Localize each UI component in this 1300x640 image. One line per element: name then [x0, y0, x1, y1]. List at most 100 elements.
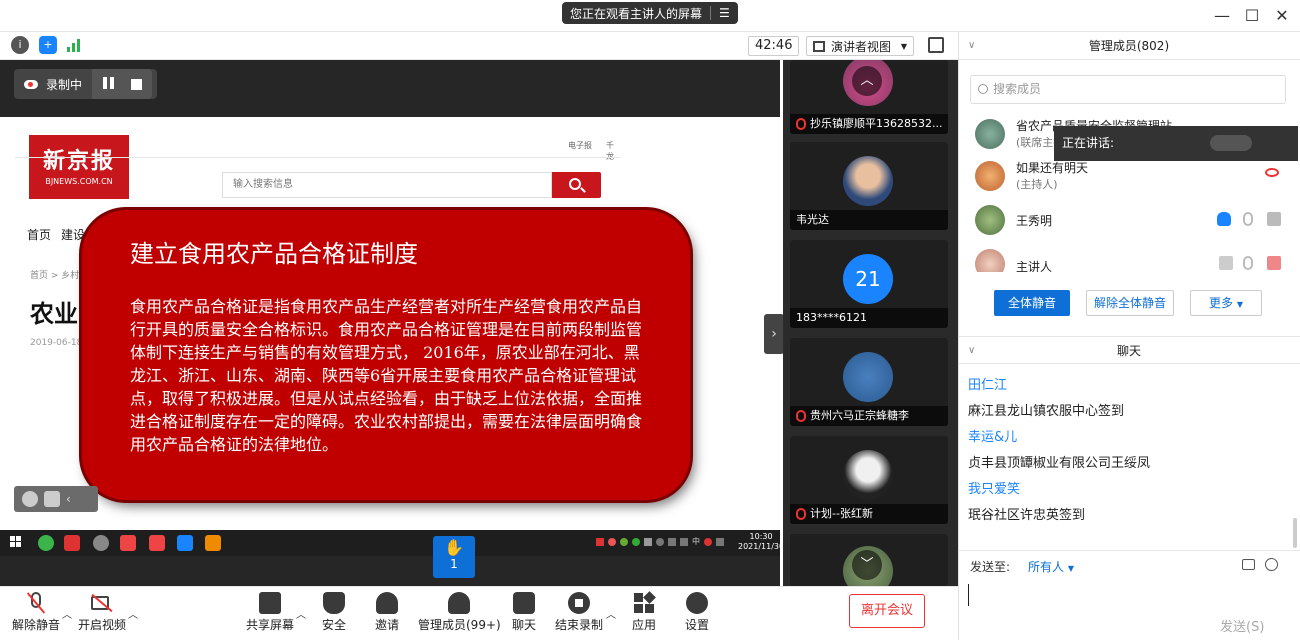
chevron-left-icon[interactable]: ‹	[66, 492, 71, 506]
chat-tools	[1242, 558, 1278, 571]
video-tile[interactable]: 计划--张红新	[790, 436, 948, 524]
collapse-video-strip[interactable]: ›	[764, 314, 784, 354]
recording-indicator: 录制中	[14, 69, 157, 99]
image-icon[interactable]	[1242, 559, 1255, 570]
shield-icon[interactable]: +	[39, 36, 57, 54]
start-video-button[interactable]: 开启视频	[78, 592, 126, 633]
chat-sender[interactable]: 我只爱笑	[968, 478, 1020, 497]
chevron-down-icon[interactable]: ∨	[968, 337, 975, 365]
tray-volume-icon[interactable]	[680, 537, 688, 546]
tray-app-icon[interactable]	[608, 537, 616, 546]
video-tile[interactable]: ︿ 抄乐镇廖顺平13628532...	[790, 60, 948, 134]
video-tile[interactable]: 21 183****6121	[790, 240, 948, 328]
taskbar-app2-icon[interactable]	[120, 535, 136, 551]
member-row[interactable]: 主讲人	[975, 244, 1285, 272]
comment-icon[interactable]	[44, 491, 60, 507]
chat-input-cursor[interactable]	[968, 584, 969, 606]
members-button[interactable]: 管理成员(99+)	[418, 592, 501, 633]
video-tile[interactable]: ﹀	[790, 534, 948, 586]
taskbar-clock: 10:30 2021/11/30	[738, 532, 784, 552]
chat-message: 贞丰县顶罈椒业有限公司王绥凤	[968, 456, 1151, 471]
chat-sender[interactable]: 幸运&儿	[968, 426, 1017, 445]
taskbar-player-icon[interactable]	[205, 535, 221, 551]
mute-all-button[interactable]: 全体静音	[994, 290, 1070, 316]
minimize-icon[interactable]: —	[1212, 6, 1232, 26]
recording-options-caret[interactable]: ︿	[606, 606, 616, 621]
taskbar-app3-icon[interactable]	[149, 535, 165, 551]
chat-sender[interactable]: 田仁江	[968, 374, 1007, 393]
maximize-icon[interactable]: ☐	[1242, 6, 1262, 26]
newspaper-search-input[interactable]: 输入搜索信息	[222, 172, 552, 198]
emoji-icon[interactable]	[22, 491, 38, 507]
taskbar-wps-icon[interactable]	[64, 535, 80, 551]
tray-wps-icon[interactable]	[596, 537, 604, 546]
tray-shield-icon[interactable]	[644, 537, 652, 546]
send-to-dropdown[interactable]: 所有人 ▼	[1028, 558, 1074, 575]
taskbar-app-icon[interactable]	[38, 535, 54, 551]
top-link-qianlong[interactable]: 千龙	[606, 140, 620, 162]
share-screen-button[interactable]: 共享屏幕	[246, 592, 294, 633]
leave-meeting-button[interactable]: 离开会议	[849, 594, 925, 628]
taskbar-meeting-icon[interactable]	[177, 535, 193, 551]
end-recording-label: 结束录制	[555, 618, 604, 632]
taskbar-gear-icon[interactable]	[93, 535, 109, 551]
send-button[interactable]: 发送(S)	[1220, 616, 1264, 635]
tray-app3-icon[interactable]	[632, 537, 640, 546]
raise-hand-badge[interactable]: ✋ 1	[433, 536, 475, 578]
mic-icon[interactable]	[1243, 256, 1253, 270]
unmute-button[interactable]: 解除静音	[12, 592, 60, 633]
settings-button[interactable]: 设置	[685, 592, 709, 633]
pause-icon[interactable]	[102, 76, 117, 92]
info-icon[interactable]: i	[11, 36, 29, 54]
chat-scrollbar[interactable]	[1293, 518, 1297, 548]
newspaper-logo: 新京报 BJNEWS.COM.CN	[29, 135, 129, 199]
stop-icon[interactable]	[130, 78, 142, 90]
signal-icon[interactable]	[67, 38, 83, 52]
system-tray: 中	[596, 536, 724, 547]
hand-icon: ✋	[444, 538, 464, 557]
share-options-caret[interactable]: ︿	[296, 606, 306, 621]
participant-video	[843, 450, 893, 500]
chevron-up-icon[interactable]: ︿	[852, 66, 882, 96]
nav-second[interactable]: 建设	[61, 226, 85, 243]
newspaper-search-button[interactable]	[552, 172, 601, 198]
member-name: 王秀明	[1016, 214, 1053, 228]
more-button[interactable]: 更多 ▼	[1190, 290, 1262, 316]
chevron-down-icon[interactable]: ∨	[968, 32, 975, 60]
tray-keyboard-icon[interactable]	[716, 537, 724, 546]
watching-banner[interactable]: 您正在观看主讲人的屏幕 ☰	[562, 2, 738, 24]
user-options-icon[interactable]	[1265, 558, 1278, 571]
chat-button[interactable]: 聊天	[512, 592, 536, 633]
member-search-input[interactable]: 搜索成员	[970, 75, 1286, 104]
nav-home[interactable]: 首页	[27, 226, 51, 243]
tray-bluetooth-icon[interactable]	[656, 537, 664, 546]
end-recording-button[interactable]: 结束录制	[555, 592, 603, 633]
audio-options-caret[interactable]: ︿	[62, 606, 72, 621]
apps-button[interactable]: 应用	[632, 591, 656, 633]
video-tile-label: 183****6121	[790, 308, 948, 328]
member-row[interactable]: 王秀明	[975, 200, 1285, 240]
close-icon[interactable]: ✕	[1272, 6, 1292, 26]
tray-ime[interactable]: 中	[692, 536, 700, 547]
view-mode-dropdown[interactable]: 演讲者视图 ▼	[806, 36, 914, 56]
video-tile[interactable]: 韦光达	[790, 142, 948, 230]
video-off-icon[interactable]	[1267, 212, 1281, 226]
video-tile[interactable]: 贵州六马正宗蜂糖李	[790, 338, 948, 426]
tray-app4-icon[interactable]	[704, 537, 712, 546]
member-row[interactable]: 如果还有明天 (主持人)	[975, 156, 1285, 196]
video-options-caret[interactable]: ︿	[128, 606, 138, 621]
security-button[interactable]: 安全	[322, 592, 346, 633]
tray-network-icon[interactable]	[668, 537, 676, 546]
top-link-epaper[interactable]: 电子报	[568, 140, 592, 151]
banner-menu-icon[interactable]: ☰	[719, 6, 730, 20]
member-avatar	[975, 161, 1005, 191]
video-off-icon[interactable]	[1267, 256, 1281, 270]
fullscreen-icon[interactable]	[928, 37, 944, 53]
chevron-down-icon[interactable]: ﹀	[852, 550, 882, 580]
mic-muted-icon[interactable]	[1243, 212, 1253, 226]
unmute-all-button[interactable]: 解除全体静音	[1086, 290, 1174, 316]
tray-app2-icon[interactable]	[620, 537, 628, 546]
invite-button[interactable]: 邀请	[375, 592, 399, 633]
chat-panel-header: ∨ 聊天	[958, 336, 1300, 364]
windows-start-icon[interactable]	[10, 536, 22, 548]
